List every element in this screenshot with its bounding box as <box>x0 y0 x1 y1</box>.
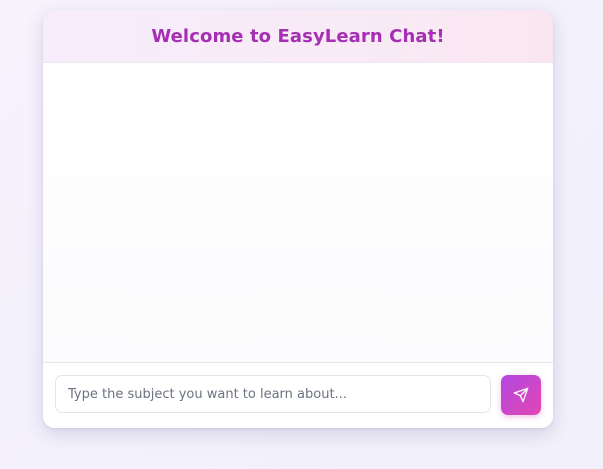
send-button[interactable] <box>501 375 541 415</box>
messages-area[interactable] <box>43 63 553 363</box>
message-input[interactable] <box>55 375 491 413</box>
chat-header: Welcome to EasyLearn Chat! <box>43 10 553 63</box>
input-bar <box>43 362 553 428</box>
chat-title: Welcome to EasyLearn Chat! <box>151 25 445 47</box>
chat-window: Welcome to EasyLearn Chat! <box>43 10 553 428</box>
send-icon <box>513 387 529 403</box>
